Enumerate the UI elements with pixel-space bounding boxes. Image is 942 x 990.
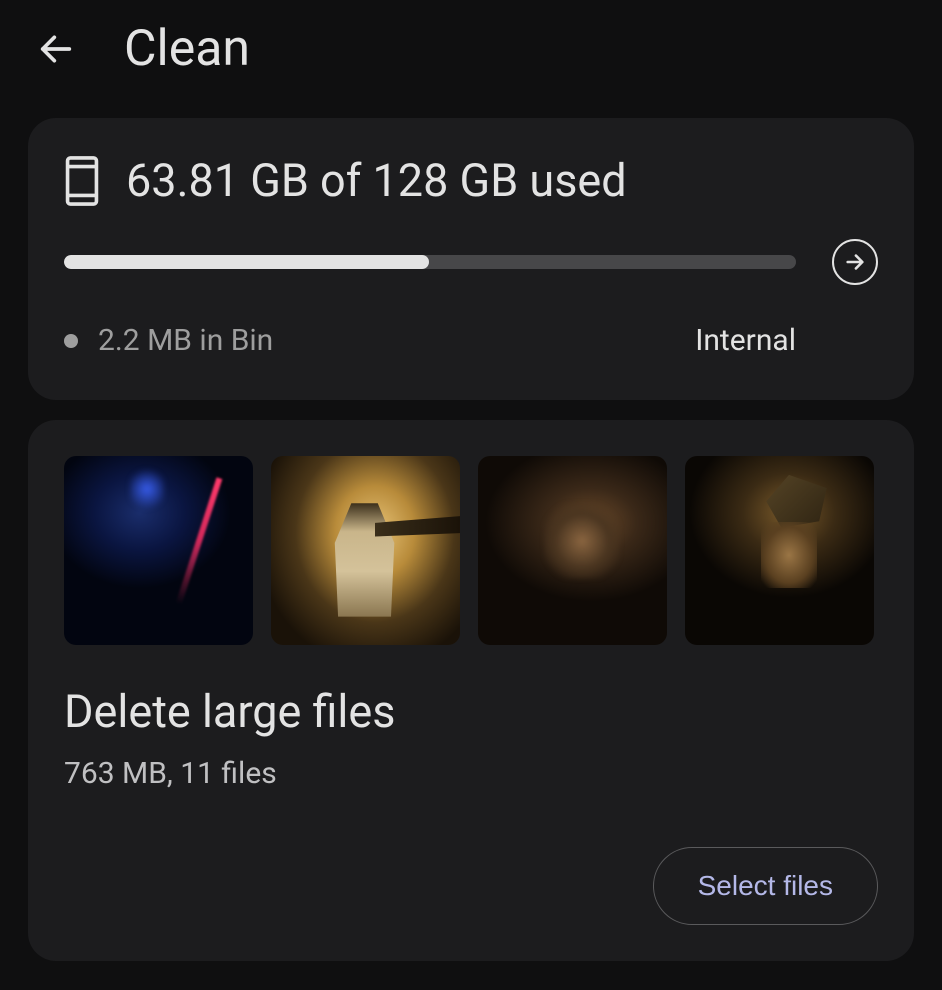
thumbnail-2[interactable] <box>271 456 460 645</box>
storage-progress-fill <box>64 255 429 269</box>
select-files-button[interactable]: Select files <box>653 847 878 925</box>
back-button[interactable] <box>28 21 84 77</box>
storage-bottom-row: 2.2 MB in Bin Internal <box>64 323 878 358</box>
thumbnail-row <box>64 456 878 645</box>
large-files-title: Delete large files <box>64 685 878 738</box>
thumbnail-4[interactable] <box>685 456 874 645</box>
thumbnail-1[interactable] <box>64 456 253 645</box>
progress-row <box>64 239 878 285</box>
bin-info: 2.2 MB in Bin <box>64 323 273 358</box>
storage-location-label: Internal <box>695 323 796 358</box>
arrow-right-icon <box>844 251 866 273</box>
page-title: Clean <box>124 20 250 78</box>
storage-row: 63.81 GB of 128 GB used <box>64 154 878 207</box>
phone-icon <box>64 155 100 207</box>
card-actions: Select files <box>64 847 878 925</box>
storage-summary-card[interactable]: 63.81 GB of 128 GB used 2.2 MB in Bin In… <box>28 118 914 400</box>
arrow-left-icon <box>36 29 76 69</box>
storage-usage-text: 63.81 GB of 128 GB used <box>126 154 627 207</box>
delete-large-files-card: Delete large files 763 MB, 11 files Sele… <box>28 420 914 961</box>
large-files-subtitle: 763 MB, 11 files <box>64 756 878 791</box>
thumbnail-3[interactable] <box>478 456 667 645</box>
bin-text: 2.2 MB in Bin <box>98 323 273 358</box>
dot-icon <box>64 334 78 348</box>
storage-details-button[interactable] <box>832 239 878 285</box>
storage-progress-bar <box>64 255 796 269</box>
app-header: Clean <box>0 0 942 98</box>
